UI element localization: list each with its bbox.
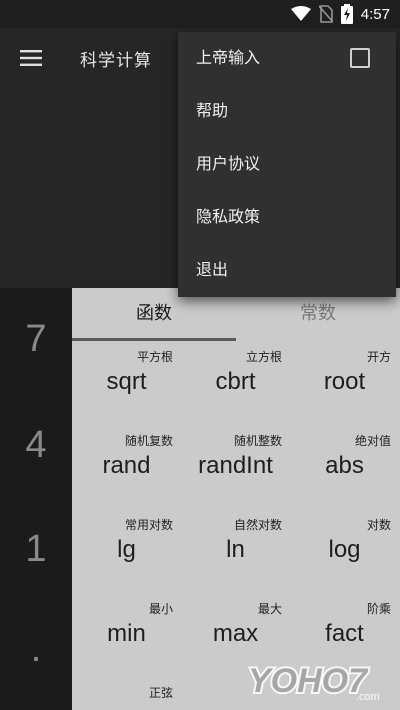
wifi-icon: [290, 6, 311, 21]
active-tab-indicator: [72, 338, 236, 341]
menu-item-label: 上帝输入: [196, 48, 261, 67]
function-label: 绝对值: [354, 434, 391, 448]
menu-item-label: 用户协议: [196, 154, 261, 173]
function-cbrt[interactable]: 立方根 cbrt: [181, 342, 290, 426]
function-label: 立方根: [245, 350, 282, 364]
status-icons: 4:57: [290, 4, 390, 24]
function-name: sqrt: [106, 368, 147, 395]
function-label: 对数: [366, 518, 391, 532]
function-sqrt[interactable]: 平方根 sqrt: [72, 342, 181, 426]
function-name: cbrt: [215, 368, 256, 395]
function-lg[interactable]: 常用对数 lg: [72, 510, 181, 594]
function-name: log: [328, 536, 361, 563]
battery-charging-icon: [340, 4, 353, 24]
function-label: 正弦: [148, 686, 173, 700]
function-panel: 函数 常数 平方根 sqrt 立方根 cbrt 开方 root 随机复数 ran…: [72, 288, 400, 710]
menu-item-user-agreement[interactable]: 用户协议: [178, 138, 396, 190]
function-name: rand: [102, 452, 151, 479]
menu-item-label: 隐私政策: [196, 207, 261, 226]
menu-item-privacy-policy[interactable]: 隐私政策: [178, 191, 396, 243]
function-min[interactable]: 最小 min: [72, 594, 181, 678]
function-label: 最小: [148, 602, 173, 616]
function-label: 开方: [366, 350, 391, 364]
function-name: fact: [325, 620, 364, 647]
menu-item-help[interactable]: 帮助: [178, 85, 396, 137]
status-bar: 4:57: [0, 0, 400, 28]
function-ln[interactable]: 自然对数 ln: [181, 510, 290, 594]
key-7[interactable]: 7: [0, 318, 72, 361]
function-label: 阶乘: [366, 602, 391, 616]
function-label: 常用对数: [124, 518, 173, 532]
function-label: 随机整数: [233, 434, 282, 448]
menu-item-label: 退出: [196, 260, 229, 279]
key-4[interactable]: 4: [0, 424, 72, 467]
function-sin[interactable]: 正弦: [72, 678, 181, 710]
key-decimal[interactable]: .: [0, 628, 72, 671]
function-log[interactable]: 对数 log: [290, 510, 399, 594]
number-keypad: 7 4 1 .: [0, 288, 72, 710]
key-1[interactable]: 1: [0, 528, 72, 571]
watermark-logo: YOHO7 YOHO7 .com: [246, 660, 380, 703]
watermark-text: YOHO7: [248, 662, 369, 700]
menu-item-god-input[interactable]: 上帝输入: [178, 32, 396, 84]
overflow-menu: 上帝输入 帮助 用户协议 隐私政策 退出: [178, 32, 396, 297]
function-name: root: [323, 368, 366, 395]
function-name: max: [212, 620, 259, 647]
function-label: 平方根: [136, 350, 173, 364]
watermark-domain: .com: [356, 691, 380, 703]
menu-item-exit[interactable]: 退出: [178, 244, 396, 296]
function-name: abs: [325, 452, 364, 479]
function-rand[interactable]: 随机复数 rand: [72, 426, 181, 510]
function-randint[interactable]: 随机整数 randInt: [181, 426, 290, 510]
function-name: lg: [117, 536, 136, 563]
function-name: randInt: [198, 452, 273, 479]
status-time: 4:57: [360, 5, 390, 23]
function-label: 随机复数: [124, 434, 173, 448]
function-label: 自然对数: [233, 518, 282, 532]
no-sim-icon: [318, 5, 333, 23]
god-input-checkbox[interactable]: [350, 48, 370, 68]
function-root[interactable]: 开方 root: [290, 342, 399, 426]
function-name: ln: [226, 536, 245, 563]
function-name: min: [107, 620, 146, 647]
app-title: 科学计算: [80, 51, 152, 71]
function-abs[interactable]: 绝对值 abs: [290, 426, 399, 510]
hamburger-menu-icon[interactable]: [20, 48, 42, 68]
menu-item-label: 帮助: [196, 101, 229, 120]
function-label: 最大: [257, 602, 282, 616]
